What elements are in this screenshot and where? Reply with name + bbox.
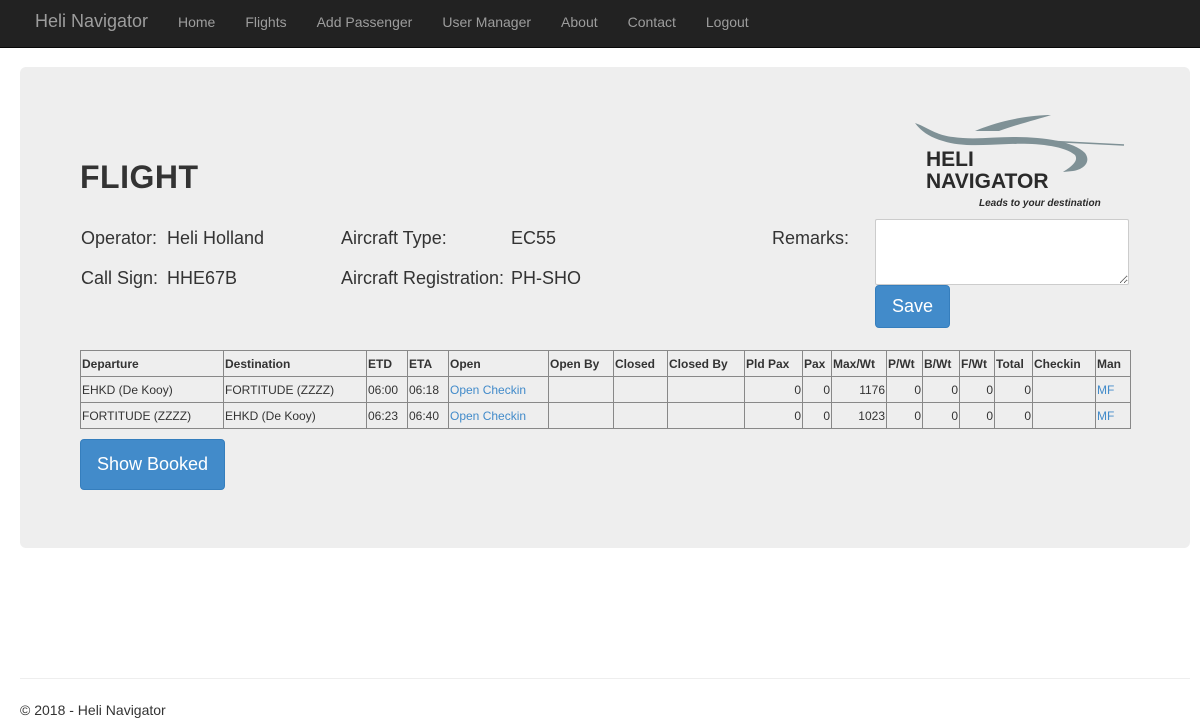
header-b-wt: B/Wt	[922, 350, 960, 377]
aircraft-type-value: EC55	[511, 228, 557, 248]
open-checkin-link[interactable]: Open Checkin	[450, 409, 526, 423]
aircraft-registration-value: PH-SHO	[511, 268, 582, 288]
nav-flights[interactable]: Flights	[230, 0, 301, 48]
header-closed: Closed	[613, 350, 668, 377]
header-f-wt: F/Wt	[959, 350, 995, 377]
nav-logout[interactable]: Logout	[691, 0, 764, 48]
table-header-row: Departure Destination ETD ETA Open Open …	[80, 350, 1131, 377]
cell-eta: 06:40	[407, 402, 449, 429]
save-button[interactable]: Save	[875, 285, 950, 328]
cell-pax: 0	[802, 376, 832, 403]
footer-divider	[20, 678, 1190, 679]
cell-etd: 06:00	[366, 376, 408, 403]
header-open-by: Open By	[548, 350, 614, 377]
flights-table: Departure Destination ETD ETA Open Open …	[80, 350, 1131, 429]
show-booked-button[interactable]: Show Booked	[80, 439, 225, 490]
cell-max-wt: 1176	[831, 376, 887, 403]
cell-p-wt: 0	[886, 402, 923, 429]
heli-navigator-logo: HELI NAVIGATOR Leads to your destination	[915, 115, 1125, 209]
nav-add-passenger[interactable]: Add Passenger	[302, 0, 428, 48]
cell-p-wt: 0	[886, 376, 923, 403]
cell-pld-pax: 0	[744, 376, 803, 403]
cell-closed-by	[667, 402, 745, 429]
remarks-label: Remarks:	[772, 228, 850, 248]
header-pld-pax: Pld Pax	[744, 350, 803, 377]
cell-open: Open Checkin	[448, 402, 549, 429]
nav-about[interactable]: About	[546, 0, 613, 48]
footer-copyright: © 2018 - Heli Navigator	[20, 702, 166, 718]
open-checkin-link[interactable]: Open Checkin	[450, 383, 526, 397]
header-departure: Departure	[80, 350, 224, 377]
flight-panel: HELI NAVIGATOR Leads to your destination…	[20, 67, 1190, 548]
header-open: Open	[448, 350, 549, 377]
header-total: Total	[994, 350, 1033, 377]
cell-destination: FORTITUDE (ZZZZ)	[223, 376, 367, 403]
table-row: FORTITUDE (ZZZZ) EHKD (De Kooy) 06:23 06…	[80, 402, 1131, 429]
header-closed-by: Closed By	[667, 350, 745, 377]
callsign-label: Call Sign:	[81, 268, 159, 288]
cell-f-wt: 0	[959, 376, 995, 403]
cell-total: 0	[994, 402, 1033, 429]
header-p-wt: P/Wt	[886, 350, 923, 377]
manifest-link[interactable]: MF	[1097, 409, 1114, 423]
callsign-value: HHE67B	[167, 268, 238, 288]
navbar: Heli Navigator Home Flights Add Passenge…	[0, 0, 1200, 48]
cell-open-by	[548, 376, 614, 403]
operator-value: Heli Holland	[167, 228, 265, 248]
cell-b-wt: 0	[922, 376, 960, 403]
cell-man: MF	[1095, 376, 1131, 403]
manifest-link[interactable]: MF	[1097, 383, 1114, 397]
remarks-textarea[interactable]	[875, 219, 1129, 285]
cell-eta: 06:18	[407, 376, 449, 403]
header-max-wt: Max/Wt	[831, 350, 887, 377]
cell-b-wt: 0	[922, 402, 960, 429]
nav-user-manager[interactable]: User Manager	[427, 0, 546, 48]
cell-open: Open Checkin	[448, 376, 549, 403]
cell-max-wt: 1023	[831, 402, 887, 429]
cell-closed	[613, 376, 668, 403]
cell-pld-pax: 0	[744, 402, 803, 429]
header-man: Man	[1095, 350, 1131, 377]
svg-text:NAVIGATOR: NAVIGATOR	[926, 170, 1049, 193]
cell-checkin	[1032, 402, 1096, 429]
cell-open-by	[548, 402, 614, 429]
aircraft-type-label: Aircraft Type:	[341, 228, 447, 248]
page-title: FLIGHT	[80, 159, 199, 195]
cell-total: 0	[994, 376, 1033, 403]
cell-departure: FORTITUDE (ZZZZ)	[80, 402, 224, 429]
cell-destination: EHKD (De Kooy)	[223, 402, 367, 429]
cell-checkin	[1032, 376, 1096, 403]
cell-etd: 06:23	[366, 402, 408, 429]
cell-closed	[613, 402, 668, 429]
header-eta: ETA	[407, 350, 449, 377]
cell-pax: 0	[802, 402, 832, 429]
nav-home[interactable]: Home	[163, 0, 230, 48]
brand-link[interactable]: Heli Navigator	[35, 11, 148, 32]
cell-f-wt: 0	[959, 402, 995, 429]
aircraft-registration-label: Aircraft Registration:	[341, 268, 505, 288]
header-destination: Destination	[223, 350, 367, 377]
header-pax: Pax	[802, 350, 832, 377]
cell-departure: EHKD (De Kooy)	[80, 376, 224, 403]
operator-label: Operator:	[81, 228, 158, 248]
cell-man: MF	[1095, 402, 1131, 429]
table-row: EHKD (De Kooy) FORTITUDE (ZZZZ) 06:00 06…	[80, 376, 1131, 403]
header-etd: ETD	[366, 350, 408, 377]
svg-text:HELI: HELI	[926, 148, 974, 171]
header-checkin: Checkin	[1032, 350, 1096, 377]
svg-text:Leads to your destination: Leads to your destination	[979, 198, 1101, 209]
nav-menu: Home Flights Add Passenger User Manager …	[163, 0, 764, 48]
nav-contact[interactable]: Contact	[613, 0, 691, 48]
cell-closed-by	[667, 376, 745, 403]
